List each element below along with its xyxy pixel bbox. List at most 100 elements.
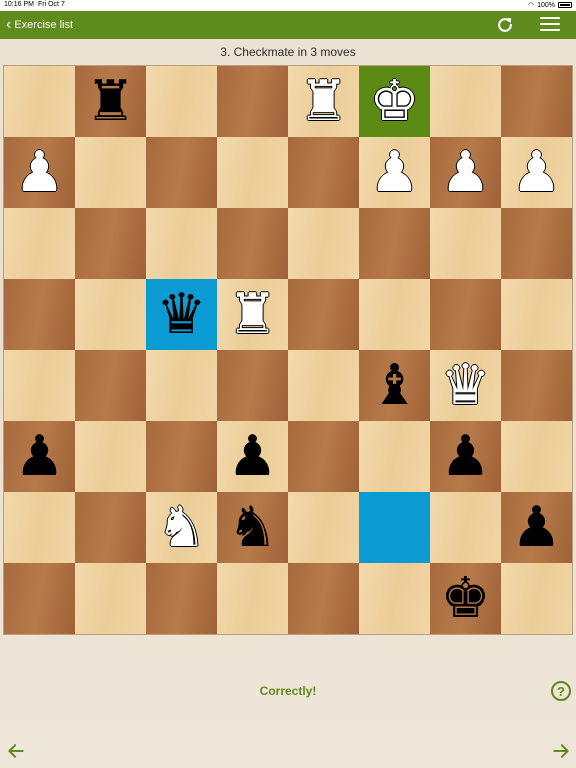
board-square[interactable] (359, 421, 430, 492)
board-square[interactable] (75, 137, 146, 208)
board-square[interactable] (146, 350, 217, 421)
white-rook-icon[interactable]: ♜ (298, 73, 348, 130)
board-square[interactable] (4, 208, 75, 279)
status-time: 10:16 PM (4, 1, 34, 8)
board-square[interactable]: ♞ (146, 492, 217, 563)
board-square[interactable] (501, 563, 572, 634)
board-square[interactable] (288, 421, 359, 492)
black-bishop-icon[interactable]: ♝ (369, 357, 419, 414)
board-square[interactable] (146, 137, 217, 208)
board-square[interactable] (217, 563, 288, 634)
refresh-icon[interactable] (495, 15, 515, 35)
board-square[interactable] (501, 279, 572, 350)
battery-percent: 100% (537, 1, 555, 9)
board-square[interactable] (146, 421, 217, 492)
wifi-icon: ◠ (527, 2, 535, 9)
chess-board[interactable]: ♜ ♜ ♚ ♟ ♟ ♟ ♟ ♛ ♜ ♝ ♛ ♟ ♟ ♟ ♞ ♞ ♟ ♚ (3, 65, 573, 635)
chevron-left-icon: ‹ (6, 16, 12, 33)
black-pawn-icon[interactable]: ♟ (14, 428, 64, 485)
board-square[interactable] (75, 208, 146, 279)
board-square[interactable]: ♝ (359, 350, 430, 421)
board-square[interactable]: ♜ (288, 66, 359, 137)
board-square[interactable] (75, 421, 146, 492)
board-square[interactable] (217, 350, 288, 421)
board-square[interactable] (75, 563, 146, 634)
board-square[interactable]: ♜ (75, 66, 146, 137)
board-square[interactable]: ♛ (146, 279, 217, 350)
board-square[interactable] (217, 208, 288, 279)
black-pawn-icon[interactable]: ♟ (511, 499, 561, 556)
board-square[interactable] (501, 421, 572, 492)
white-rook-icon[interactable]: ♜ (227, 286, 277, 343)
board-square[interactable]: ♟ (501, 137, 572, 208)
board-square[interactable] (501, 208, 572, 279)
board-square[interactable] (359, 492, 430, 563)
board-square[interactable] (359, 208, 430, 279)
board-square[interactable] (146, 66, 217, 137)
board-square[interactable] (4, 492, 75, 563)
board-square[interactable]: ♞ (217, 492, 288, 563)
status-right: ◠ 100% (528, 1, 572, 9)
black-queen-icon[interactable]: ♛ (156, 286, 206, 343)
board-square[interactable] (359, 279, 430, 350)
board-square[interactable] (288, 137, 359, 208)
board-square[interactable] (501, 350, 572, 421)
board-square[interactable]: ♟ (359, 137, 430, 208)
board-square[interactable] (430, 279, 501, 350)
board-square[interactable] (4, 66, 75, 137)
board-square[interactable] (288, 279, 359, 350)
board-square[interactable] (4, 350, 75, 421)
board-square[interactable]: ♚ (359, 66, 430, 137)
menu-icon[interactable] (540, 17, 560, 33)
board-square[interactable]: ♟ (430, 421, 501, 492)
board-square[interactable] (288, 208, 359, 279)
exercise-title: 3. Checkmate in 3 moves (220, 45, 356, 59)
board-square[interactable] (146, 208, 217, 279)
next-arrow-icon[interactable] (551, 741, 571, 761)
status-bar: 10:16 PM Fri Oct 7 ◠ 100% (0, 0, 576, 11)
black-rook-icon[interactable]: ♜ (85, 73, 135, 130)
board-square[interactable] (75, 350, 146, 421)
board-square[interactable]: ♛ (430, 350, 501, 421)
battery-icon (558, 2, 572, 8)
board-square[interactable]: ♟ (501, 492, 572, 563)
back-label: Exercise list (14, 19, 74, 31)
board-square[interactable] (430, 66, 501, 137)
board-square[interactable]: ♚ (430, 563, 501, 634)
white-pawn-icon[interactable]: ♟ (511, 144, 561, 201)
board-square[interactable]: ♟ (217, 421, 288, 492)
board-square[interactable] (430, 492, 501, 563)
board-square[interactable] (359, 563, 430, 634)
back-button[interactable]: ‹ Exercise list (6, 11, 73, 39)
board-square[interactable] (75, 492, 146, 563)
board-square[interactable] (501, 66, 572, 137)
black-king-icon[interactable]: ♚ (440, 570, 490, 627)
board-square[interactable] (430, 208, 501, 279)
board-square[interactable] (4, 563, 75, 634)
board-square[interactable] (217, 66, 288, 137)
board-square[interactable] (75, 279, 146, 350)
white-queen-icon[interactable]: ♛ (440, 357, 490, 414)
white-knight-icon[interactable]: ♞ (156, 499, 206, 556)
white-pawn-icon[interactable]: ♟ (440, 144, 490, 201)
white-king-icon[interactable]: ♚ (369, 73, 419, 130)
white-pawn-icon[interactable]: ♟ (369, 144, 419, 201)
help-button[interactable]: ? (551, 681, 571, 701)
board-square[interactable]: ♟ (4, 421, 75, 492)
board-square[interactable] (4, 279, 75, 350)
board-square[interactable] (217, 137, 288, 208)
black-knight-icon[interactable]: ♞ (227, 499, 277, 556)
nav-bar: ‹ Exercise list (0, 11, 576, 39)
previous-arrow-icon[interactable] (6, 741, 26, 761)
white-pawn-icon[interactable]: ♟ (14, 144, 64, 201)
black-pawn-icon[interactable]: ♟ (227, 428, 277, 485)
board-square[interactable]: ♟ (430, 137, 501, 208)
result-message: Correctly! (259, 684, 317, 698)
black-pawn-icon[interactable]: ♟ (440, 428, 490, 485)
board-square[interactable] (288, 492, 359, 563)
board-square[interactable] (146, 563, 217, 634)
board-square[interactable]: ♜ (217, 279, 288, 350)
board-square[interactable] (288, 563, 359, 634)
board-square[interactable]: ♟ (4, 137, 75, 208)
board-square[interactable] (288, 350, 359, 421)
